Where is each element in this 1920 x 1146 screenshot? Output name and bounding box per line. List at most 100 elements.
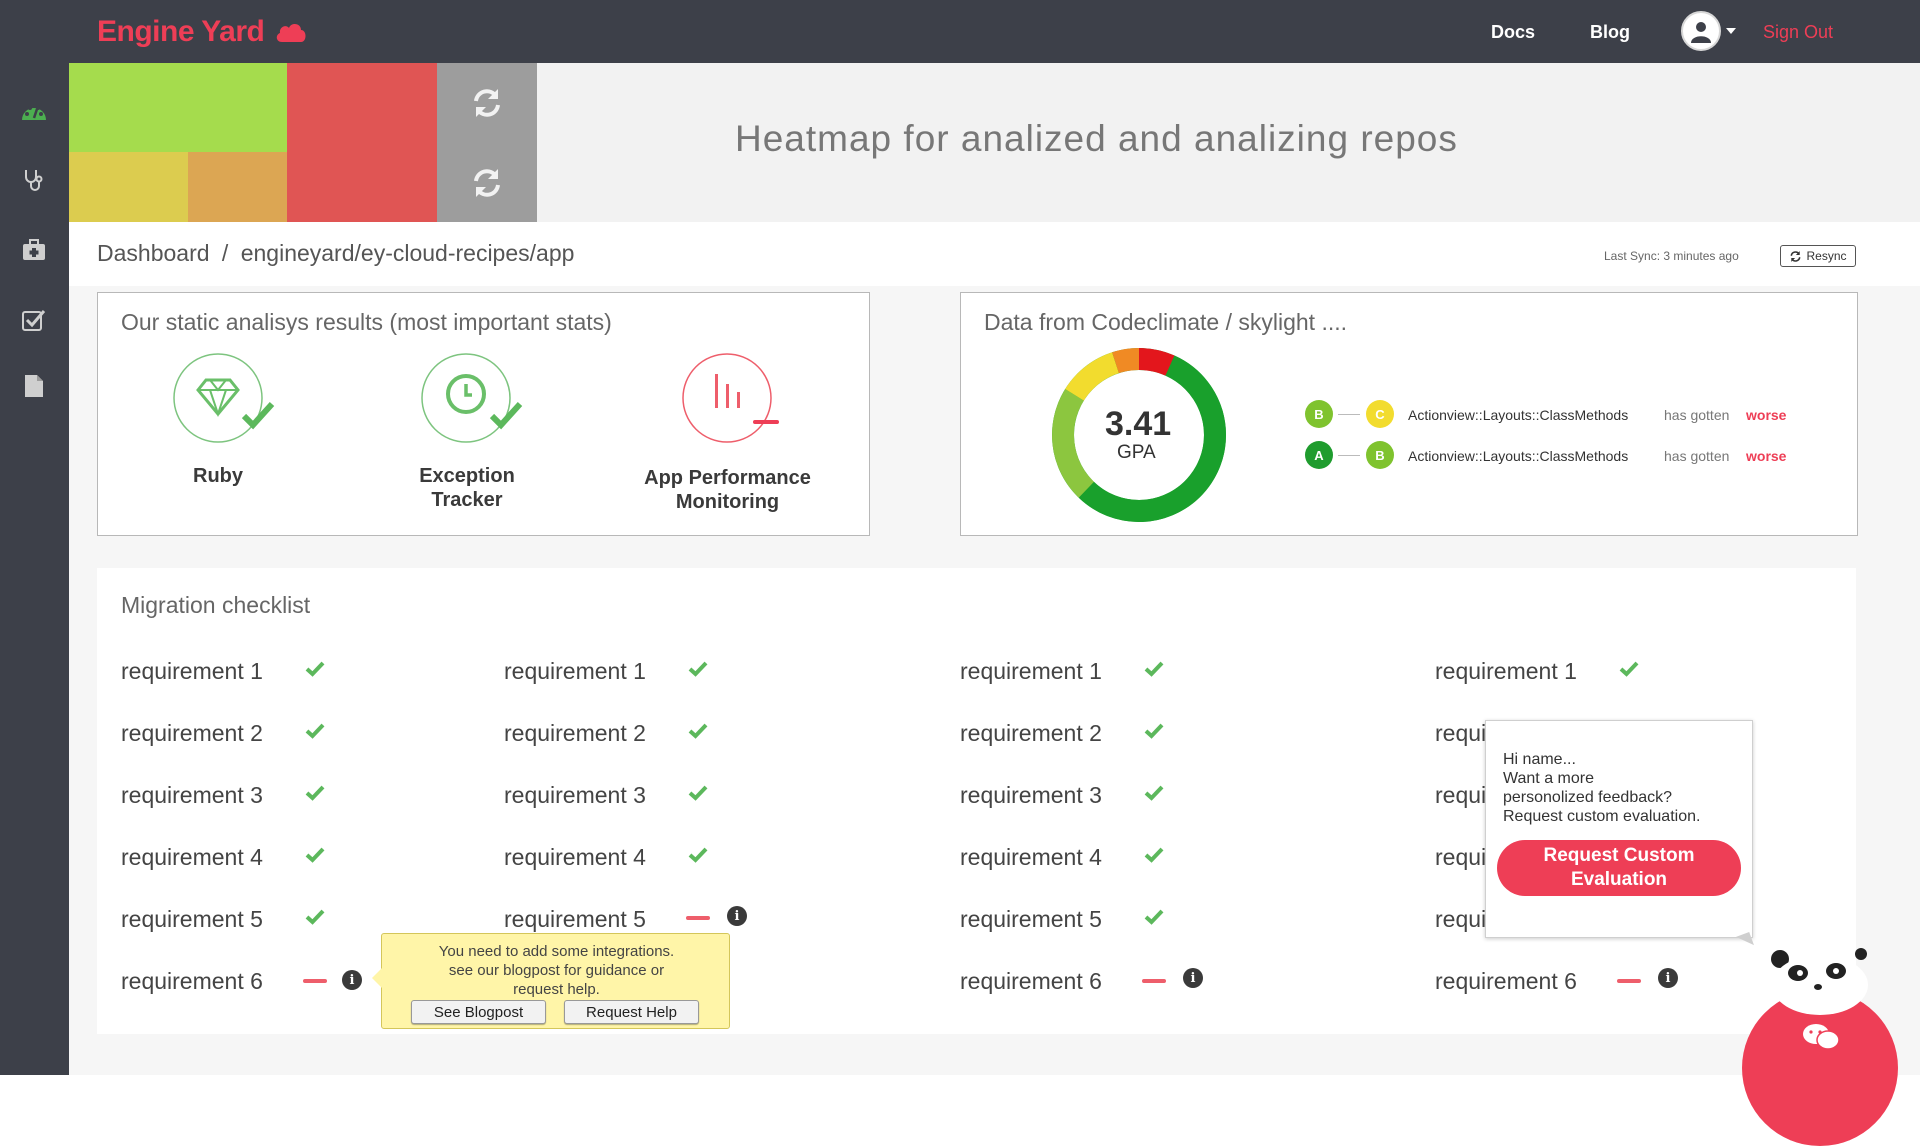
checklist-item: requirement 2 — [504, 720, 646, 746]
arrow-right-icon — [1338, 455, 1360, 456]
tooltip-notch — [372, 968, 382, 988]
fail-dash-icon — [1617, 979, 1641, 983]
resync-label: Resync — [1806, 249, 1847, 263]
popup-text: Hi name... Want a more personolized feed… — [1503, 750, 1743, 826]
checklist-item: requirement 4 — [504, 844, 646, 870]
brand-logo[interactable]: Engine Yard — [97, 14, 308, 50]
check-icon — [1144, 723, 1164, 739]
check-icon — [1144, 785, 1164, 801]
request-help-button[interactable]: Request Help — [564, 1000, 699, 1024]
sidebar-item-dashboard[interactable] — [20, 97, 48, 125]
info-icon[interactable]: i — [727, 906, 747, 926]
gpa-value: 3.41 — [1105, 405, 1172, 443]
tooltip-text: You need to add some integrations. see o… — [382, 942, 731, 999]
integration-tooltip: You need to add some integrations. see o… — [372, 933, 731, 1029]
info-icon[interactable]: i — [342, 970, 362, 990]
gem-icon[interactable] — [172, 352, 278, 448]
breadcrumb-path: engineyard/ey-cloud-recipes/app — [240, 240, 575, 266]
sidebar-item-support[interactable] — [20, 236, 48, 264]
checklist-item: requirement 4 — [960, 844, 1102, 870]
checklist-item: requirement 4 — [121, 844, 263, 870]
class-name[interactable]: Actionview::Layouts::ClassMethods — [1408, 407, 1628, 423]
sign-out-link[interactable]: Sign Out — [1763, 22, 1833, 43]
resync-button[interactable]: Resync — [1780, 245, 1856, 267]
sidebar-item-checklist[interactable] — [20, 306, 48, 334]
stat-ruby: Ruby — [193, 465, 243, 487]
check-icon — [1144, 909, 1164, 925]
heatmap-cell[interactable] — [188, 152, 287, 222]
clock-icon[interactable] — [420, 352, 526, 448]
heatmap-cell[interactable] — [69, 63, 287, 152]
fail-dash-icon — [303, 979, 327, 983]
arrow-right-icon — [1338, 414, 1360, 415]
user-menu-caret-icon[interactable] — [1726, 28, 1736, 34]
cloud-icon — [277, 24, 306, 42]
docs-link[interactable]: Docs — [1491, 22, 1535, 43]
user-avatar[interactable] — [1681, 11, 1721, 51]
tooltip-line: see our blogpost for guidance or — [448, 962, 665, 979]
check-icon — [305, 909, 325, 925]
checklist-item: requirement 3 — [960, 782, 1102, 808]
static-analysis-title: Our static analisys results (most import… — [121, 309, 612, 335]
check-icon — [1619, 661, 1639, 677]
document-icon — [25, 375, 43, 397]
dashboard-icon — [22, 106, 46, 120]
check-icon — [688, 847, 708, 863]
blog-link[interactable]: Blog — [1590, 22, 1630, 43]
checklist-item: requirement 2 — [121, 720, 263, 746]
stat-exception-tracker: Exception Tracker — [382, 464, 552, 512]
grade-from-badge: A — [1305, 441, 1333, 469]
checklist-item: requi — [1435, 844, 1487, 870]
checklist-item: requirement 6 — [1435, 968, 1577, 994]
checklist-item: requi — [1435, 782, 1487, 808]
checklist-item: requirement 3 — [121, 782, 263, 808]
check-icon — [305, 785, 325, 801]
last-sync-text: Last Sync: 3 minutes ago — [1604, 249, 1739, 263]
info-icon[interactable]: i — [1183, 968, 1203, 988]
stethoscope-icon — [25, 170, 43, 191]
chat-bubble-icon — [1803, 1024, 1840, 1050]
checkbox-icon — [22, 310, 46, 331]
feedback-popup: Hi name... Want a more personolized feed… — [1485, 720, 1753, 938]
breadcrumb: Dashboard / engineyard/ey-cloud-recipes/… — [97, 240, 574, 267]
heatmap-cell[interactable] — [69, 152, 188, 222]
heatmap-cell-analyzing[interactable] — [437, 63, 537, 143]
button-line: Request Custom — [1543, 845, 1695, 866]
grade-to-badge: B — [1366, 441, 1394, 469]
button-line: Evaluation — [1570, 869, 1668, 890]
breadcrumb-root[interactable]: Dashboard — [97, 240, 210, 266]
heatmap-cell-analyzing[interactable] — [437, 143, 537, 222]
grade-from-badge: B — [1305, 400, 1333, 428]
medkit-icon — [23, 239, 45, 260]
sidebar — [0, 63, 69, 1075]
chart-icon[interactable] — [681, 352, 787, 448]
see-blogpost-button[interactable]: See Blogpost — [411, 1000, 546, 1024]
check-icon — [1144, 847, 1164, 863]
class-name[interactable]: Actionview::Layouts::ClassMethods — [1408, 448, 1628, 464]
request-custom-evaluation-button[interactable]: Request Custom Evaluation — [1497, 840, 1741, 896]
checklist-item: requirement 3 — [504, 782, 646, 808]
checklist-item: requirement 6 — [121, 968, 263, 994]
change-verb: has gotten — [1664, 407, 1730, 423]
popup-line: Hi name... — [1503, 751, 1576, 768]
heatmap-cell[interactable] — [287, 63, 437, 222]
stat-apm: App Performance Monitoring — [620, 466, 835, 514]
stat-exception-tracker-line2: Tracker — [431, 489, 503, 511]
breadcrumb-separator: / — [221, 240, 229, 266]
brand-name: Engine Yard — [97, 15, 265, 48]
stat-exception-tracker-line1: Exception — [419, 465, 515, 487]
user-icon — [1691, 22, 1711, 43]
popup-line: Request custom evaluation. — [1503, 808, 1701, 825]
check-icon — [688, 785, 708, 801]
check-icon — [688, 661, 708, 677]
info-icon[interactable]: i — [1658, 968, 1678, 988]
checklist-item: requirement 1 — [504, 658, 646, 684]
sidebar-item-docs[interactable] — [20, 372, 48, 400]
checklist-item: requirement 1 — [1435, 658, 1577, 684]
refresh-icon — [474, 89, 500, 117]
check-icon — [305, 661, 325, 677]
checklist-item: requi — [1435, 906, 1487, 932]
fail-dash-icon — [1142, 979, 1166, 983]
checklist-item: requirement 5 — [121, 906, 263, 932]
sidebar-item-health[interactable] — [20, 166, 48, 194]
